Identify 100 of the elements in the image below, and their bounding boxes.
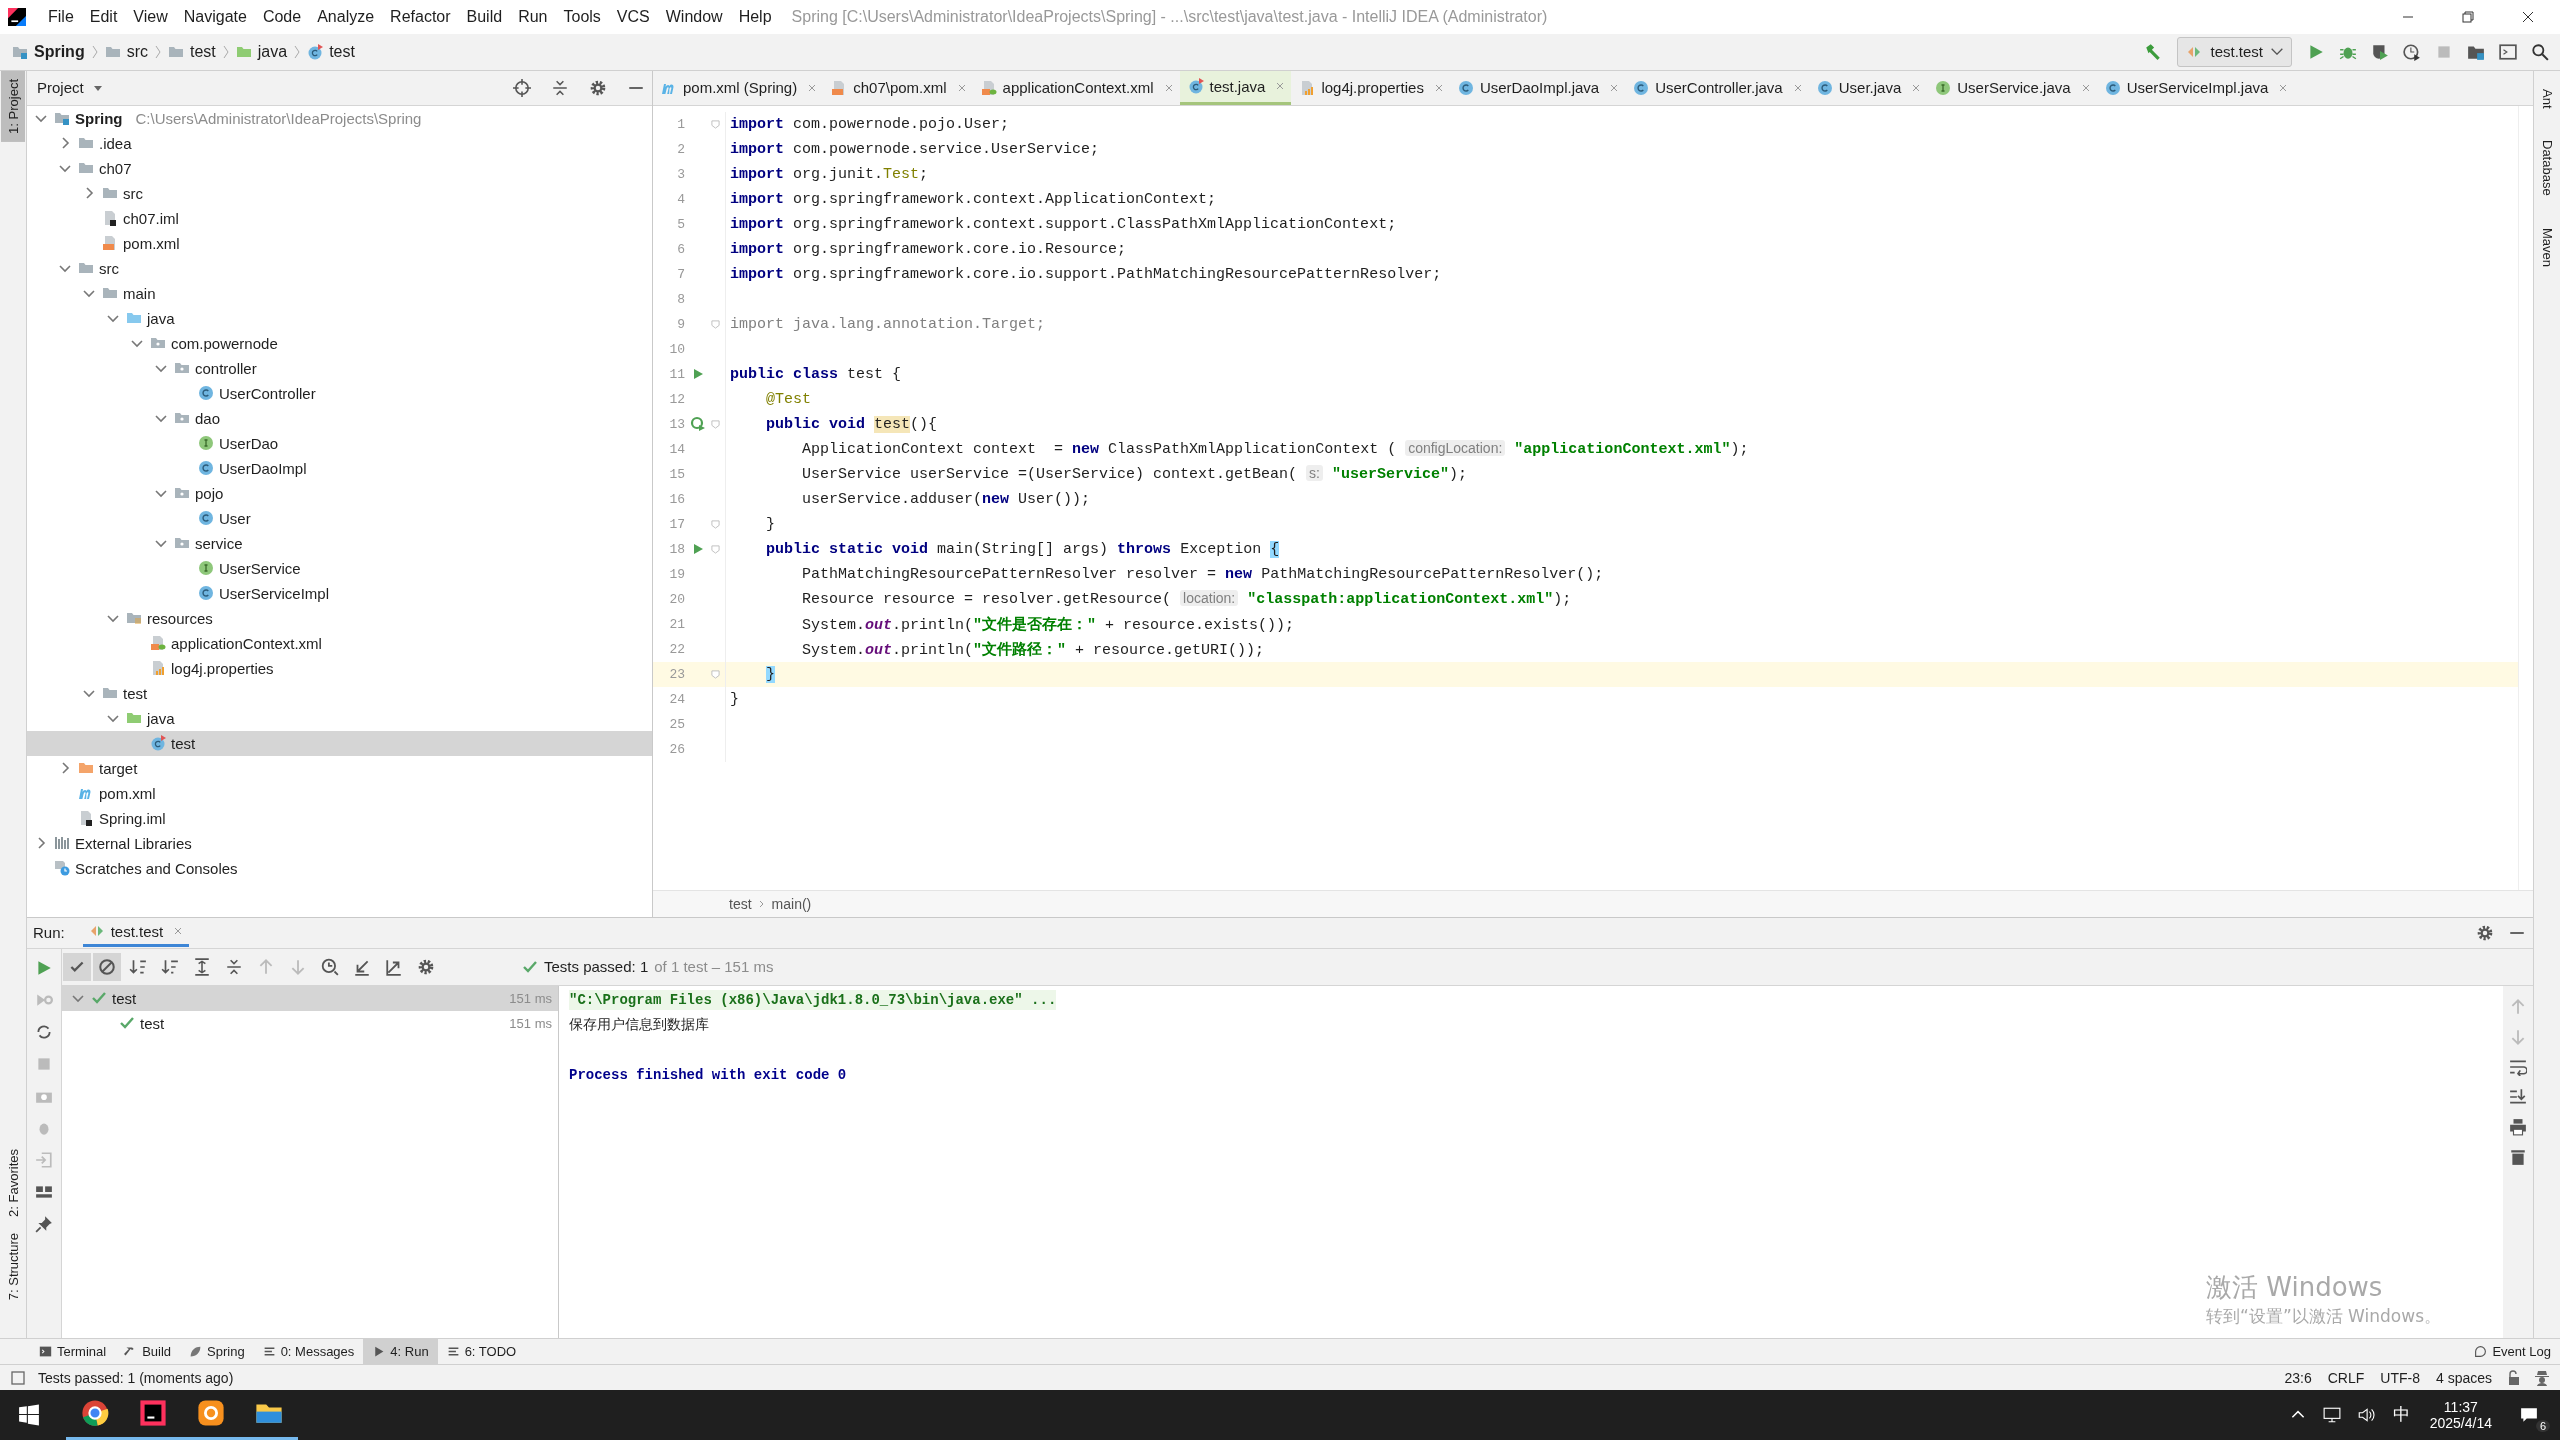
tree-item[interactable]: Spring.iml — [27, 805, 652, 831]
menu-item[interactable]: VCS — [608, 7, 658, 26]
restore-icon[interactable] — [2460, 8, 2476, 25]
status-item[interactable]: 23:6 — [2282, 1369, 2314, 1386]
breadcrumb[interactable]: test — [168, 42, 216, 61]
menu-item[interactable]: Run — [510, 7, 556, 26]
tree-item[interactable]: java — [27, 705, 652, 731]
tree-item[interactable]: java — [27, 305, 652, 331]
menu-item[interactable]: Navigate — [175, 7, 255, 26]
tree-item[interactable]: UserController — [27, 380, 652, 406]
tool-tab[interactable]: 4: Run — [363, 1339, 438, 1365]
settings-icon[interactable] — [2476, 923, 2494, 942]
tree-item[interactable]: pom.xml — [27, 230, 652, 256]
trash-icon[interactable] — [2509, 1147, 2527, 1166]
test-item[interactable]: test 151 ms — [62, 1010, 558, 1036]
tree-item[interactable]: com.powernode — [27, 330, 652, 356]
toggle-rerun-icon[interactable] — [35, 1022, 53, 1041]
menu-item[interactable]: View — [125, 7, 176, 26]
event-log-tab[interactable]: Event Log — [2465, 1339, 2560, 1365]
tree-item[interactable]: UserDaoImpl — [27, 455, 652, 481]
cancel-icon[interactable] — [93, 952, 121, 981]
terminal-window-icon[interactable] — [2499, 42, 2517, 61]
breadcrumb[interactable]: Spring — [12, 42, 85, 61]
tree-item[interactable]: ch07 — [27, 155, 652, 181]
tree-item[interactable]: dao — [27, 405, 652, 431]
editor-tab[interactable]: applicationContext.xml — [972, 70, 1180, 105]
run-icon[interactable] — [35, 958, 53, 977]
scroll-end-icon[interactable] — [2509, 1087, 2527, 1106]
tool-tab[interactable]: Spring — [180, 1339, 254, 1365]
menu-item[interactable]: Build — [458, 7, 511, 26]
tree-item[interactable]: External Libraries — [27, 830, 652, 856]
menu-item[interactable]: Help — [730, 7, 780, 26]
tool-window-tab[interactable]: Ant — [2539, 80, 2555, 117]
export-icon[interactable] — [385, 957, 403, 976]
tool-tab[interactable]: 6: TODO — [437, 1339, 526, 1365]
editor-tab[interactable]: test.java — [1179, 70, 1292, 105]
menu-item[interactable]: Refactor — [382, 7, 459, 26]
tree-item[interactable]: Spring C:\Users\Administrator\IdeaProjects\Spring — [27, 105, 652, 131]
notification-icon[interactable] — [2520, 1406, 2538, 1424]
print-icon[interactable] — [2509, 1117, 2527, 1136]
sort-icon[interactable] — [161, 957, 179, 976]
search-icon[interactable] — [2531, 42, 2549, 61]
menu-item[interactable]: Edit — [81, 7, 126, 26]
tree-item[interactable]: Scratches and Consoles — [27, 855, 652, 881]
editor-tab[interactable]: UserController.java — [1625, 70, 1809, 105]
breadcrumb[interactable]: test — [307, 42, 355, 61]
tree-item[interactable]: service — [27, 530, 652, 556]
check-icon[interactable] — [63, 952, 91, 981]
panel-title[interactable]: Project — [37, 79, 84, 97]
lock-icon[interactable] — [2506, 1369, 2522, 1386]
panel-toggle-icon[interactable] — [10, 1369, 26, 1386]
sort-icon[interactable] — [129, 957, 147, 976]
editor-tab[interactable]: UserServiceImpl.java — [2096, 70, 2295, 105]
run-icon[interactable] — [2307, 42, 2325, 61]
tree-item[interactable]: UserDao — [27, 430, 652, 456]
test-item[interactable]: test 151 ms — [62, 985, 558, 1011]
editor-tab[interactable]: log4j.properties — [1291, 70, 1450, 105]
editor-tab[interactable]: pom.xml (Spring) — [653, 70, 824, 105]
tree-item[interactable]: target — [27, 755, 652, 781]
editor-tab[interactable]: User.java — [1808, 70, 1928, 105]
history-icon[interactable] — [321, 957, 339, 976]
tree-item[interactable]: test — [27, 730, 652, 756]
tree-item[interactable]: log4j.properties — [27, 655, 652, 681]
collapse-all-icon[interactable] — [225, 957, 243, 976]
tool-window-tab[interactable]: Database — [2539, 132, 2555, 204]
status-item[interactable]: CRLF — [2325, 1369, 2367, 1386]
tool-tab[interactable]: Build — [115, 1339, 181, 1365]
clock-date[interactable]: 2025/4/14 — [2429, 1415, 2492, 1431]
tree-item[interactable]: UserService — [27, 555, 652, 581]
pin-icon[interactable] — [35, 1214, 53, 1233]
tree-item[interactable]: resources — [27, 605, 652, 631]
tool-window-tab[interactable]: Maven — [2539, 220, 2555, 276]
breadcrumb[interactable]: main() — [771, 895, 812, 912]
clock-time[interactable]: 11:37 — [2443, 1399, 2478, 1415]
settings-icon[interactable] — [589, 78, 607, 97]
tree-item[interactable]: test — [27, 680, 652, 706]
editor-tab[interactable]: ch07\pom.xml — [823, 70, 973, 105]
tool-tab[interactable]: Terminal — [30, 1339, 116, 1365]
tree-item[interactable]: .idea — [27, 130, 652, 156]
editor-tab[interactable]: UserDaoImpl.java — [1449, 70, 1626, 105]
menu-item[interactable]: Code — [254, 7, 310, 26]
tree-item[interactable]: applicationContext.xml — [27, 630, 652, 656]
collapse-all-icon[interactable] — [551, 78, 569, 97]
tree-item[interactable]: src — [27, 255, 652, 281]
breadcrumb[interactable]: java — [235, 42, 288, 61]
breadcrumb[interactable]: src — [104, 42, 148, 61]
locate-icon[interactable] — [513, 78, 531, 97]
profiler-icon[interactable] — [2403, 42, 2421, 61]
rerun-icon[interactable] — [690, 416, 706, 433]
tool-window-tab[interactable]: 7: Structure — [5, 1224, 21, 1309]
input-method-indicator[interactable]: 中 — [2392, 1403, 2410, 1427]
tool-window-tab[interactable]: 1: Project — [1, 70, 25, 142]
expand-all-icon[interactable] — [193, 957, 211, 976]
editor-tab[interactable]: UserService.java — [1927, 70, 2097, 105]
tree-item[interactable]: src — [27, 180, 652, 206]
tool-window-tab[interactable]: 2: Favorites — [5, 1140, 21, 1225]
tree-item[interactable]: main — [27, 280, 652, 306]
tree-item[interactable]: pom.xml — [27, 780, 652, 806]
menu-item[interactable]: Tools — [555, 7, 609, 26]
menu-item[interactable]: File — [40, 7, 82, 26]
